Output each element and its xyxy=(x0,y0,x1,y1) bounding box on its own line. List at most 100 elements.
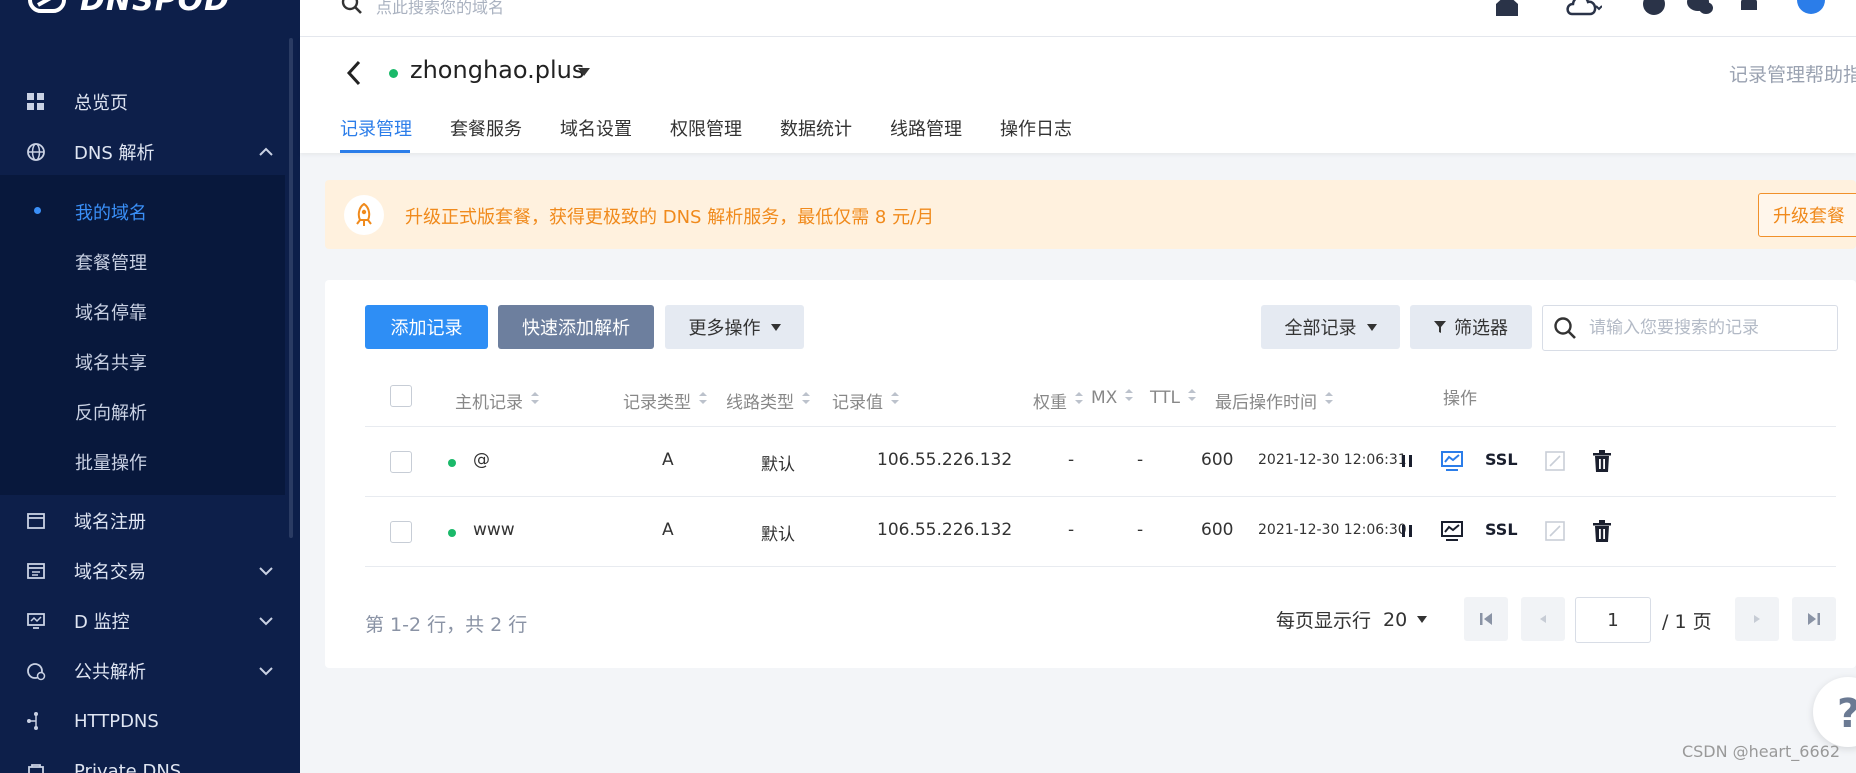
sidebar-item-label: D 监控 xyxy=(74,612,130,633)
monitor-chart-icon[interactable] xyxy=(1440,519,1464,543)
sidebar-subitem-plan[interactable]: 套餐管理 xyxy=(75,249,147,275)
sort-icon xyxy=(1125,389,1134,401)
sidebar-item-httpdns[interactable]: HTTPDNS xyxy=(0,696,285,746)
table-row: @ A 默认 106.55.226.132 - - 600 2021-12-30… xyxy=(365,427,1836,497)
sidebar-subitem-batch[interactable]: 批量操作 xyxy=(75,449,147,475)
per-page-selector[interactable]: 每页显示行 20 xyxy=(1276,606,1428,633)
last-page-button[interactable] xyxy=(1792,597,1836,641)
back-arrow-icon[interactable] xyxy=(344,59,366,87)
sidebar-item-label: 总览页 xyxy=(74,93,128,114)
sidebar-item-registration[interactable]: 域名注册 xyxy=(0,496,285,546)
pause-icon[interactable] xyxy=(1395,519,1419,543)
column-header-ttl[interactable]: TTL xyxy=(1150,388,1196,408)
all-records-dropdown[interactable]: 全部记录 xyxy=(1261,305,1400,349)
sidebar-subitem-my-domains[interactable]: 我的域名 xyxy=(75,199,147,225)
tab-logs[interactable]: 操作日志 xyxy=(1000,115,1072,141)
select-all-checkbox[interactable] xyxy=(390,385,412,407)
record-search-box[interactable] xyxy=(1542,305,1838,351)
trash-icon[interactable] xyxy=(1590,449,1614,473)
public-dns-icon xyxy=(27,663,46,681)
floating-help-button[interactable]: ? xyxy=(1813,677,1856,747)
column-header-actions: 操作 xyxy=(1443,389,1477,409)
ssl-button[interactable]: SSL xyxy=(1485,450,1518,469)
trash-icon[interactable] xyxy=(1590,519,1614,543)
search-icon[interactable] xyxy=(340,0,364,16)
sidebar-item-public-dns[interactable]: 公共解析 xyxy=(0,646,285,696)
prev-page-button[interactable] xyxy=(1521,597,1565,641)
column-label: 最后操作时间 xyxy=(1215,393,1317,413)
bell-icon[interactable] xyxy=(1738,0,1760,16)
chevron-down-icon xyxy=(259,617,273,626)
caret-down-icon xyxy=(1417,616,1428,623)
more-actions-button[interactable]: 更多操作 xyxy=(665,305,804,349)
chevron-up-icon xyxy=(259,147,273,156)
tab-statistics[interactable]: 数据统计 xyxy=(780,115,852,141)
filter-button[interactable]: 筛选器 xyxy=(1410,305,1532,349)
avatar[interactable] xyxy=(1796,0,1826,16)
caret-down-icon[interactable] xyxy=(578,68,590,78)
sidebar-item-private-dns[interactable]: Private DNS xyxy=(0,746,285,773)
cell-host[interactable]: www xyxy=(473,520,515,540)
tab-plan-service[interactable]: 套餐服务 xyxy=(450,115,522,141)
upgrade-plan-button[interactable]: 升级套餐 xyxy=(1758,193,1856,237)
monitor-chart-icon[interactable] xyxy=(1440,449,1464,473)
sidebar-item-label: 公共解析 xyxy=(74,662,146,683)
tab-permissions[interactable]: 权限管理 xyxy=(670,115,742,141)
pause-icon[interactable] xyxy=(1395,449,1419,473)
tab-lines[interactable]: 线路管理 xyxy=(890,115,962,141)
row-checkbox[interactable] xyxy=(390,451,412,473)
cell-host[interactable]: @ xyxy=(473,450,490,470)
column-header-value[interactable]: 记录值 xyxy=(832,388,899,413)
column-header-weight[interactable]: 权重 xyxy=(1033,388,1083,413)
cell-mx: - xyxy=(1137,450,1144,470)
row-checkbox[interactable] xyxy=(390,521,412,543)
cloud-icon[interactable] xyxy=(1566,0,1602,16)
home-icon[interactable] xyxy=(1494,0,1520,16)
column-header-host[interactable]: 主机记录 xyxy=(455,388,539,413)
cell-time: 2021-12-30 12:06:31 xyxy=(1258,452,1407,468)
monitor-icon xyxy=(27,613,45,629)
sidebar-item-trade[interactable]: 域名交易 xyxy=(0,546,285,596)
record-search-input[interactable] xyxy=(1587,314,1831,342)
logo[interactable]: DNSPOD xyxy=(28,0,230,18)
column-header-time[interactable]: 最后操作时间 xyxy=(1215,388,1333,413)
first-page-button[interactable] xyxy=(1464,597,1508,641)
sidebar-item-dns[interactable]: DNS 解析 xyxy=(0,127,285,177)
tab-records[interactable]: 记录管理 xyxy=(340,115,412,141)
domain-selector[interactable]: zhonghao.plus xyxy=(410,56,584,84)
browser-icon xyxy=(27,513,45,529)
column-header-type[interactable]: 记录类型 xyxy=(623,388,707,413)
quick-add-button[interactable]: 快速添加解析 xyxy=(498,305,654,349)
sidebar-subitem-reverse[interactable]: 反向解析 xyxy=(75,399,147,425)
edit-icon[interactable] xyxy=(1543,449,1567,473)
sort-icon xyxy=(802,391,810,404)
table-row: www A 默认 106.55.226.132 - - 600 2021-12-… xyxy=(365,497,1836,567)
ssl-button[interactable]: SSL xyxy=(1485,520,1518,539)
search-icon xyxy=(1554,317,1576,339)
sidebar-item-label: DNS 解析 xyxy=(74,143,155,164)
add-record-button[interactable]: 添加记录 xyxy=(365,305,488,349)
cell-value[interactable]: 106.55.226.132 xyxy=(877,450,1012,470)
next-page-button[interactable] xyxy=(1735,597,1779,641)
sidebar-item-overview[interactable]: 总览页 xyxy=(0,77,285,127)
notice-icon-wrap xyxy=(344,195,384,235)
sidebar-item-monitor[interactable]: D 监控 xyxy=(0,596,285,646)
domain-header: zhonghao.plus 记录管理帮助指 记录管理 套餐服务 域名设置 权限管… xyxy=(300,37,1856,153)
cell-value[interactable]: 106.55.226.132 xyxy=(877,520,1012,540)
tab-domain-settings[interactable]: 域名设置 xyxy=(560,115,632,141)
domain-search-input[interactable]: 点此搜索您的域名 xyxy=(376,0,504,18)
help-link[interactable]: 记录管理帮助指 xyxy=(1729,60,1856,87)
cell-type: A xyxy=(662,520,674,540)
record-status-dot xyxy=(448,459,456,467)
chat-icon[interactable] xyxy=(1686,0,1714,16)
grid-icon xyxy=(27,93,44,110)
sidebar-subitem-sharing[interactable]: 域名共享 xyxy=(75,349,147,375)
help-icon[interactable] xyxy=(1642,0,1666,16)
column-header-line[interactable]: 线路类型 xyxy=(726,388,810,413)
page-number-input[interactable]: 1 xyxy=(1575,597,1651,643)
cell-ttl: 600 xyxy=(1201,450,1234,470)
sidebar-subitem-parking[interactable]: 域名停靠 xyxy=(75,299,147,325)
sidebar-scrollbar[interactable] xyxy=(289,38,293,538)
edit-icon[interactable] xyxy=(1543,519,1567,543)
column-header-mx[interactable]: MX xyxy=(1091,388,1134,408)
